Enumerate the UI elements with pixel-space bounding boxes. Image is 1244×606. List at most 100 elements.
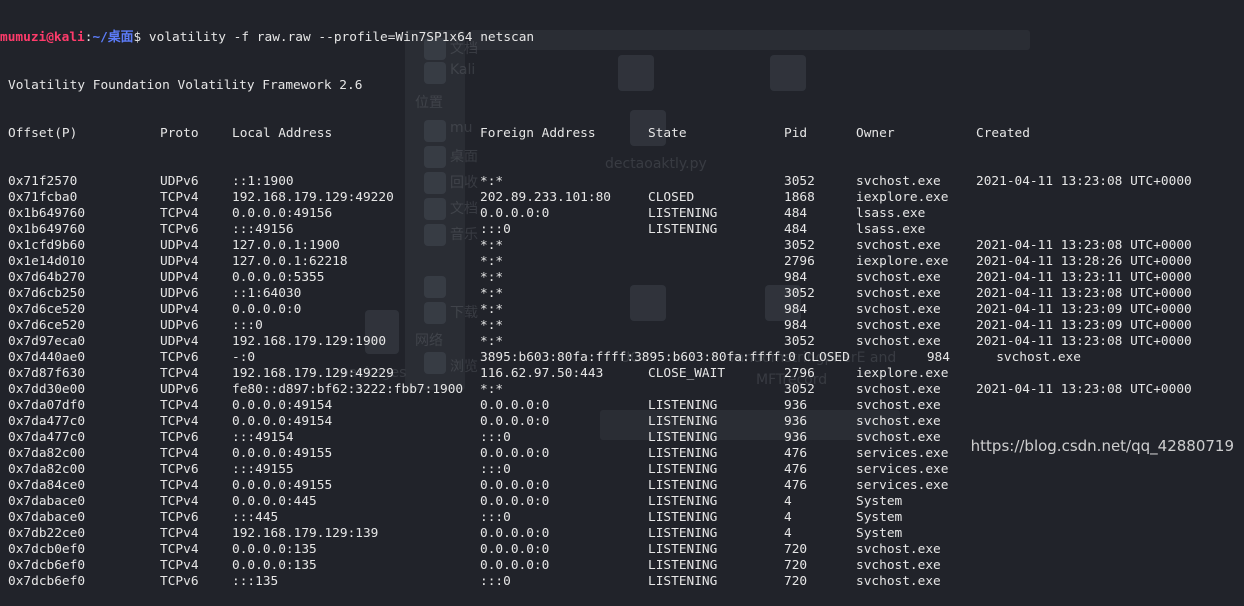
- cell-foreign-address: *:*: [480, 302, 504, 317]
- cell-foreign-address: :::0: [480, 430, 511, 445]
- cell-offset: 0x7d6cb250: [8, 286, 86, 301]
- cell-pid: 3052: [784, 382, 815, 397]
- cell-proto: TCPv4: [160, 542, 199, 557]
- table-row: 0x71f2570 UDPv6::1:1900 *:* 3052 svchost.exe…: [0, 174, 1244, 190]
- cell-owner: svchost.exe: [856, 302, 941, 317]
- cell-state: LISTENING: [648, 398, 718, 413]
- header-owner: Owner: [856, 126, 895, 141]
- header-proto: Proto: [160, 126, 199, 141]
- cell-offset: 0x7dcb6ef0: [8, 558, 86, 573]
- cell-state: LISTENING: [648, 542, 718, 557]
- command-text: volatility -f raw.raw --profile=Win7SP1x…: [148, 30, 535, 45]
- cell-offset: 0x7d440ae0: [8, 350, 86, 365]
- table-row: 0x7dabace0 TCPv4 0.0.0.0:445 0.0.0.0:0 LISTE…: [0, 494, 1244, 510]
- cell-proto: TCPv6: [160, 350, 199, 365]
- cell-foreign-address: 0.0.0.0:0: [480, 446, 550, 461]
- cell-offset: 0x7da82c00: [8, 446, 86, 461]
- cell-owner: svchost.exe: [856, 430, 941, 445]
- cell-owner: svchost.exe: [856, 238, 941, 253]
- cell-owner: svchost.exe: [856, 398, 941, 413]
- table-row: 0x7dabace0 TCPv6:::445:::0 LISTENING 4 Syste…: [0, 510, 1244, 526]
- cell-local-address: :::135: [232, 574, 279, 589]
- table-row: 0x71fcba0 TCPv4 192.168.179.129:49220 202.8…: [0, 190, 1244, 206]
- table-row: 0x7d87f630 TCPv4 192.168.179.129:49229 116.…: [0, 366, 1244, 382]
- cell-foreign-address: 0.0.0.0:0: [480, 494, 550, 509]
- cell-pid: 476: [784, 478, 808, 493]
- cell-foreign-address: 0.0.0.0:0: [480, 398, 550, 413]
- cell-offset: 0x7da477c0: [8, 430, 86, 445]
- cell-local-address: -:0: [232, 350, 256, 365]
- cell-foreign-address: 0.0.0.0:0: [480, 414, 550, 429]
- table-row: 0x7dd30e00 UDPv6 fe80::d897:bf62:3222:fbb7…: [0, 382, 1244, 398]
- cell-pid: 476: [784, 462, 808, 477]
- cell-proto: TCPv4: [160, 206, 199, 221]
- prompt-path: ~/桌面: [92, 30, 134, 45]
- cell-pid: 1868: [784, 190, 815, 205]
- table-row: 0x7db22ce0 TCPv4 192.168.179.129:139 0.0.0.…: [0, 526, 1244, 542]
- cell-pid: 2796: [784, 366, 815, 381]
- cell-owner: svchost.exe: [856, 286, 941, 301]
- cell-foreign-address: :::0: [480, 510, 511, 525]
- cell-pid: 936: [784, 398, 808, 413]
- cell-local-address: 0.0.0.0:49156: [232, 206, 333, 221]
- table-row: 0x7da07df0 TCPv4 0.0.0.0:49154 0.0.0.0:0 LIS…: [0, 398, 1244, 414]
- cell-state: LISTENING: [648, 222, 718, 237]
- cell-pid: 936: [784, 414, 808, 429]
- table-row: 0x7da84ce0 TCPv4 0.0.0.0:49155 0.0.0.0:0 LIS…: [0, 478, 1244, 494]
- cell-owner: svchost.exe: [856, 334, 941, 349]
- cell-proto: TCPv6: [160, 462, 199, 477]
- cell-offset: 0x1b649760: [8, 222, 86, 237]
- cell-offset: 0x7da477c0: [8, 414, 86, 429]
- cell-foreign-address: 0.0.0.0:0: [480, 206, 550, 221]
- cell-offset: 0x7dcb0ef0: [8, 542, 86, 557]
- table-row: 0x7d97eca0 UDPv4 192.168.179.129:1900 *:* 30…: [0, 334, 1244, 350]
- command-line: mumuzi@kali:~/桌面$ volatility -f raw.raw …: [0, 30, 1244, 46]
- cell-offset: 0x7d97eca0: [8, 334, 86, 349]
- cell-pid: 3052: [784, 238, 815, 253]
- cell-foreign-address: :::0: [480, 222, 511, 237]
- cell-foreign-address: *:*: [480, 318, 504, 333]
- cell-proto: TCPv4: [160, 478, 199, 493]
- cell-state: CLOSED: [648, 190, 695, 205]
- cell-proto: UDPv6: [160, 318, 199, 333]
- cell-created: 2021-04-11 13:23:11 UTC+0000: [976, 270, 1192, 285]
- cell-proto: TCPv4: [160, 558, 199, 573]
- cell-foreign-address: *:*: [480, 174, 504, 189]
- cell-pid: 936: [784, 430, 808, 445]
- header-offset: Offset(P): [8, 126, 78, 141]
- cell-proto: UDPv4: [160, 270, 199, 285]
- cell-local-address: 0.0.0.0:49155: [232, 446, 333, 461]
- cell-owner: svchost.exe: [856, 174, 941, 189]
- cell-local-address: 0.0.0.0:135: [232, 558, 317, 573]
- cell-proto: TCPv4: [160, 190, 199, 205]
- table-row: 0x1b649760 TCPv4 0.0.0.0:49156 0.0.0.0:0 LIS…: [0, 206, 1244, 222]
- cell-pid: 3052: [784, 286, 815, 301]
- cell-offset: 0x7dabace0: [8, 494, 86, 509]
- cell-local-address: ::1:1900: [232, 174, 294, 189]
- cell-state: LISTENING: [648, 206, 718, 221]
- table-header: Offset(P) Proto Local Address Foreign Ad…: [0, 126, 1244, 142]
- cell-local-address: :::49156: [232, 222, 294, 237]
- cell-offset: 0x1e14d010: [8, 254, 86, 269]
- cell-local-address: 0.0.0.0:49154: [232, 414, 333, 429]
- table-row: 0x7d6ce520 UDPv6:::0 *:* 984 svchost.exe 2021…: [0, 318, 1244, 334]
- table-row: 0x1e14d010 UDPv4 127.0.0.1:62218 *:* 2796 iex…: [0, 254, 1244, 270]
- cell-state: CLOSE_WAIT: [648, 366, 726, 381]
- cell-proto: UDPv4: [160, 254, 199, 269]
- cell-owner: lsass.exe: [856, 222, 926, 237]
- cell-owner: iexplore.exe: [856, 254, 949, 269]
- cell-foreign-address: 0.0.0.0:0: [480, 558, 550, 573]
- cell-created: 2021-04-11 13:23:08 UTC+0000: [976, 174, 1192, 189]
- cell-local-address: 192.168.179.129:49229: [232, 366, 394, 381]
- cell-pid: 4: [784, 526, 792, 541]
- cell-proto: TCPv6: [160, 430, 199, 445]
- cell-offset: 0x7dd30e00: [8, 382, 86, 397]
- terminal-output: mumuzi@kali:~/桌面$ volatility -f raw.raw …: [0, 0, 1244, 606]
- header-foreign-address: Foreign Address: [480, 126, 596, 141]
- table-row: 0x7d64b270 UDPv4 0.0.0.0:5355 *:* 984 svchost…: [0, 270, 1244, 286]
- cell-pid: 484: [784, 222, 808, 237]
- cell-offset: 0x1cfd9b60: [8, 238, 86, 253]
- cell-local-address: 0.0.0.0:49154: [232, 398, 333, 413]
- cell-foreign-address: 116.62.97.50:443: [480, 366, 604, 381]
- cell-pid: 984: [784, 270, 808, 285]
